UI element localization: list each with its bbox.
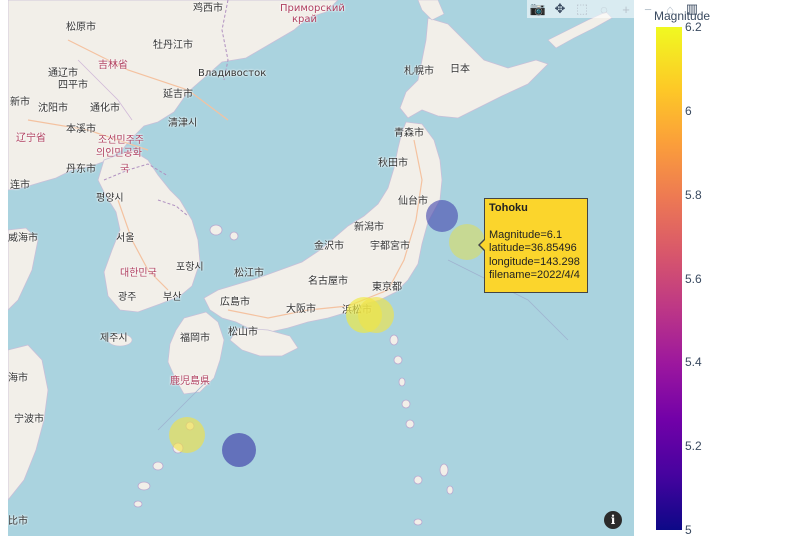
map-label: 宇都宮市: [370, 241, 410, 252]
map-label: 宁波市: [14, 414, 44, 425]
map-label: 조선민주주: [98, 135, 144, 146]
map-label: 青森市: [394, 128, 424, 139]
map-label: 大阪市: [286, 304, 316, 315]
map-label: 名古屋市: [308, 276, 348, 287]
map-label: 福岡市: [180, 333, 210, 344]
map-label: 鹿児島県: [170, 376, 210, 387]
earthquake-marker[interactable]: [222, 432, 257, 467]
earthquake-marker[interactable]: [168, 417, 205, 454]
colorbar-tick-label: 5: [685, 523, 692, 537]
map-label: 清津시: [168, 118, 198, 129]
map-label: 威海市: [8, 233, 38, 244]
map-label: 포항시: [176, 262, 204, 273]
map-label: 松山市: [228, 327, 258, 338]
map-label: 金沢市: [314, 241, 344, 252]
map-label: 辽宁省: [16, 133, 46, 144]
map-label: 四平市: [58, 80, 88, 91]
earthquake-marker[interactable]: [357, 297, 394, 334]
map-label: 広島市: [220, 297, 250, 308]
earthquake-marker[interactable]: [426, 200, 458, 232]
map-label: 新市: [10, 97, 30, 108]
pan-icon[interactable]: ✥: [549, 0, 571, 18]
map-label: 札幌市: [404, 66, 434, 77]
map-label: 连市: [10, 180, 30, 191]
map-label: Приморский: [280, 3, 345, 14]
tooltip-filename: filename=2022/4/4: [489, 269, 580, 282]
map-label: 광주: [118, 292, 137, 303]
map-label: 新潟市: [354, 222, 384, 233]
info-icon[interactable]: i: [604, 511, 622, 529]
map-label: 本溪市: [66, 124, 96, 135]
box-select-icon[interactable]: ⬚: [571, 0, 593, 18]
map-label: 대한민국: [120, 268, 157, 279]
map-label: 국: [120, 164, 130, 175]
map-label: 서울: [116, 233, 135, 244]
map-label: край: [292, 14, 318, 25]
tooltip-title: Tohoku: [489, 202, 528, 214]
map-label: 吉林省: [98, 60, 128, 71]
camera-icon[interactable]: 📷: [527, 0, 549, 18]
colorbar-tick-label: 5.8: [685, 187, 702, 202]
colorbar-tick-label: 6.2: [685, 20, 702, 34]
colorbar-tick-label: 5.6: [685, 271, 702, 286]
map-label: 延吉市: [163, 89, 193, 100]
map-label: 鸡西市: [193, 3, 223, 14]
map-label: 海市: [8, 373, 28, 384]
map-label: 제주시: [100, 333, 128, 344]
map-label: 通化市: [90, 103, 120, 114]
tooltip-longitude: longitude=143.298: [489, 255, 580, 268]
colorbar-tick-label: 5.2: [685, 439, 702, 454]
colorbar: [656, 27, 682, 530]
map-label: 의인민공화: [96, 148, 142, 159]
map-label: 평양시: [96, 193, 124, 204]
hover-tooltip: Tohoku Magnitude=6.1 latitude=36.85496 l…: [478, 198, 588, 293]
tooltip-magnitude: Magnitude=6.1: [489, 228, 563, 241]
map-label: 牡丹江市: [153, 40, 193, 51]
map-label: Владивосток: [198, 68, 267, 79]
map-label: 比市: [8, 516, 28, 527]
map-label: 日本: [450, 64, 470, 75]
map-label: 丹东市: [66, 164, 96, 175]
colorbar-tick-label: 6: [685, 103, 692, 118]
tooltip-latitude: latitude=36.85496: [489, 242, 577, 255]
map-label: 松江市: [234, 268, 264, 279]
zoom-in-icon[interactable]: +: [615, 0, 637, 18]
lasso-icon[interactable]: ◌: [593, 0, 615, 18]
map-label: 沈阳市: [38, 103, 68, 114]
map-label: 秋田市: [378, 158, 408, 169]
map-label: 仙台市: [398, 196, 428, 207]
colorbar-tick-label: 5.4: [685, 355, 702, 370]
map-label: 通辽市: [48, 68, 78, 79]
map-label: 松原市: [66, 22, 96, 33]
map-label: 부산: [163, 292, 182, 303]
map-label: 東京都: [372, 282, 402, 293]
